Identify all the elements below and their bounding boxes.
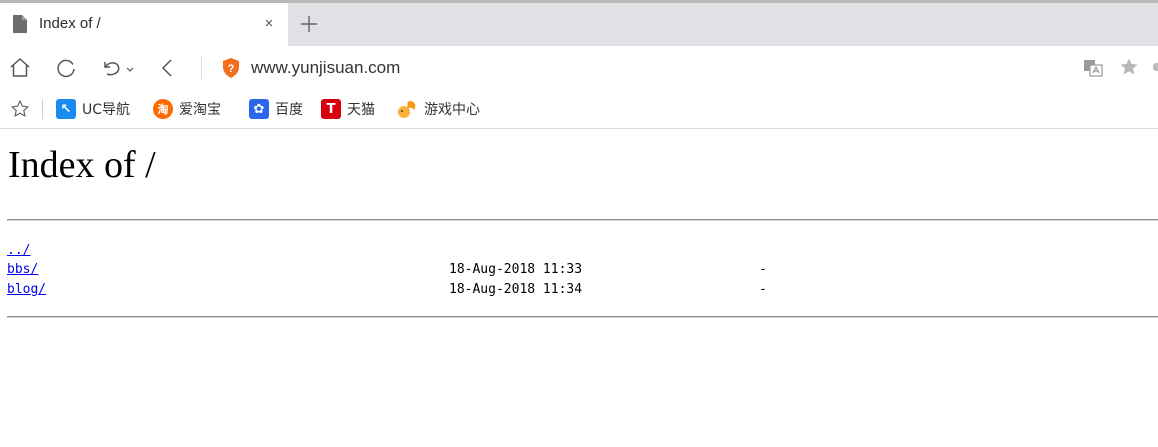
file-icon bbox=[13, 15, 27, 33]
bookmark-label: UC导航 bbox=[82, 102, 131, 118]
entry-date: 18-Aug-2018 11:34 bbox=[449, 282, 583, 297]
baidu-paw-icon: ✿ bbox=[249, 99, 269, 119]
bookmark-uc-nav[interactable]: ↖ UC导航 bbox=[56, 98, 130, 120]
directory-link-blog[interactable]: blog/ bbox=[7, 282, 46, 297]
entry-date: 18-Aug-2018 11:33 bbox=[449, 262, 583, 277]
listing-row-bbs[interactable]: bbs/ bbox=[7, 260, 38, 280]
chevron-down-icon[interactable] bbox=[124, 56, 136, 80]
page-heading: Index of / bbox=[8, 144, 156, 186]
undo-icon[interactable] bbox=[100, 56, 124, 80]
close-tab-icon[interactable]: × bbox=[262, 13, 276, 35]
bookmarks-divider bbox=[42, 99, 43, 119]
toolbar-divider bbox=[201, 55, 202, 81]
bookmarks-bar: ↖ UC导航 淘 爱淘宝 ✿ 百度 T 天猫 游戏中心 bbox=[0, 90, 1158, 129]
address-bar[interactable]: www.yunjisuan.com bbox=[251, 58, 400, 78]
bookmark-star-icon[interactable] bbox=[1119, 57, 1139, 77]
listing-row-parent[interactable]: ../ bbox=[7, 241, 30, 261]
bottom-divider bbox=[7, 316, 1158, 318]
tab-title: Index of / bbox=[39, 15, 101, 32]
home-icon[interactable] bbox=[8, 56, 32, 80]
bookmark-tmall[interactable]: T 天猫 bbox=[321, 98, 375, 120]
star-outline-icon[interactable] bbox=[10, 99, 30, 119]
menu-edge-icon[interactable] bbox=[1153, 63, 1158, 71]
bookmark-label: 游戏中心 bbox=[424, 102, 480, 118]
reload-icon[interactable] bbox=[54, 56, 78, 80]
translate-icon[interactable] bbox=[1083, 59, 1103, 77]
back-icon[interactable] bbox=[156, 56, 180, 80]
bookmark-baidu[interactable]: ✿ 百度 bbox=[249, 98, 303, 120]
directory-link-bbs[interactable]: bbs/ bbox=[7, 262, 38, 277]
bookmark-game-center[interactable]: 游戏中心 bbox=[396, 98, 480, 120]
bookmark-label: 爱淘宝 bbox=[179, 102, 221, 118]
parent-directory-link[interactable]: ../ bbox=[7, 243, 30, 258]
entry-size: - bbox=[759, 282, 767, 297]
bookmark-label: 天猫 bbox=[347, 102, 375, 118]
security-shield-icon[interactable]: ? bbox=[222, 58, 240, 78]
game-center-icon bbox=[398, 101, 416, 118]
bookmark-label: 百度 bbox=[275, 102, 303, 118]
bookmark-aitaobao[interactable]: 淘 爱淘宝 bbox=[153, 98, 221, 120]
tab-active[interactable]: Index of / × bbox=[0, 3, 288, 46]
entry-size: - bbox=[759, 262, 767, 277]
tmall-icon: T bbox=[321, 99, 341, 119]
new-tab-icon[interactable] bbox=[298, 12, 320, 36]
listing-row-blog[interactable]: blog/ bbox=[7, 280, 46, 300]
aitaobao-icon: 淘 bbox=[153, 99, 173, 119]
navigation-toolbar: ? www.yunjisuan.com bbox=[0, 46, 1158, 90]
svg-text:?: ? bbox=[228, 63, 235, 75]
uc-nav-icon: ↖ bbox=[56, 99, 76, 119]
top-divider bbox=[7, 219, 1158, 221]
tab-strip: Index of / × bbox=[0, 3, 1158, 46]
page-content: Index of / ../ bbs/ 18-Aug-2018 11:33 - … bbox=[0, 129, 1158, 447]
